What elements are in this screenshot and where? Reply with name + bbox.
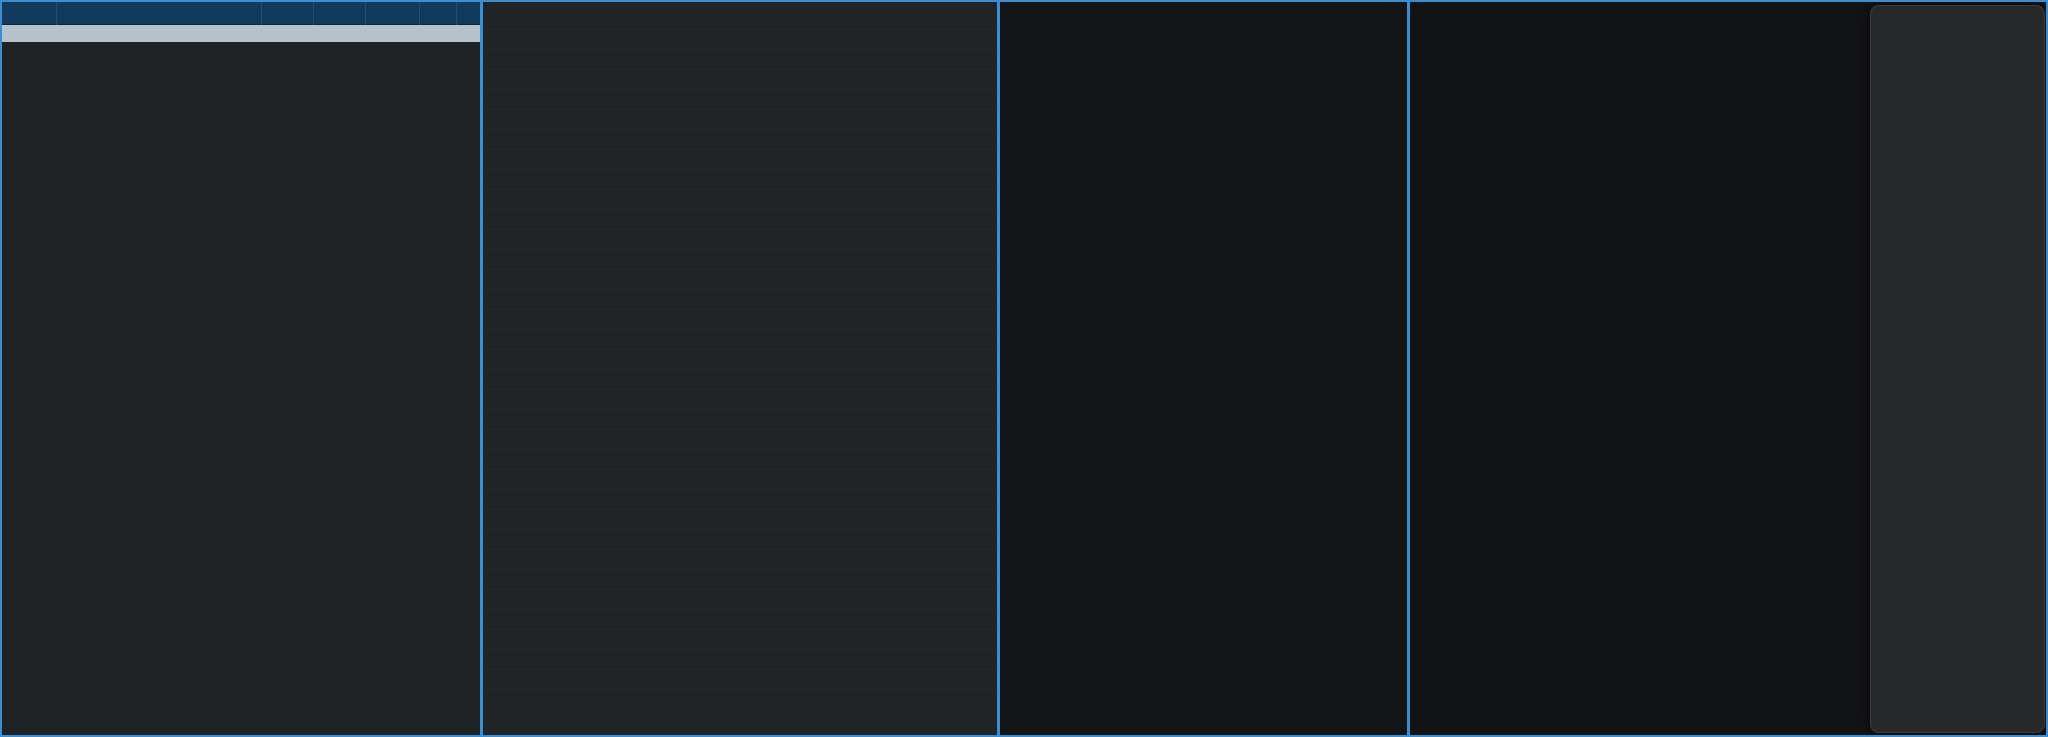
pane-divider[interactable] [997,2,1000,735]
col-header-icon [457,2,480,25]
pane-divider[interactable] [1407,2,1410,735]
gantt-row-grid [483,10,997,690]
col-header-start[interactable] [262,2,314,25]
col-header-number[interactable] [2,2,57,25]
gantt-chart-pane [483,2,997,735]
summary-days [420,25,457,42]
task-table-pane [2,2,480,735]
project-summary-row [2,25,480,42]
col-header-percent[interactable] [366,2,420,25]
summary-percent [366,25,420,42]
network-diagram-pane [1000,2,1407,735]
task-inspector-panel [1870,5,2045,733]
col-header-task-name[interactable] [57,2,262,25]
pane-divider[interactable] [480,2,483,735]
col-header-finish[interactable] [314,2,366,25]
table-header [2,2,480,25]
summary-finish [314,25,366,42]
project-app-window [0,0,2048,737]
summary-start [262,25,314,42]
col-header-days[interactable] [420,2,457,25]
